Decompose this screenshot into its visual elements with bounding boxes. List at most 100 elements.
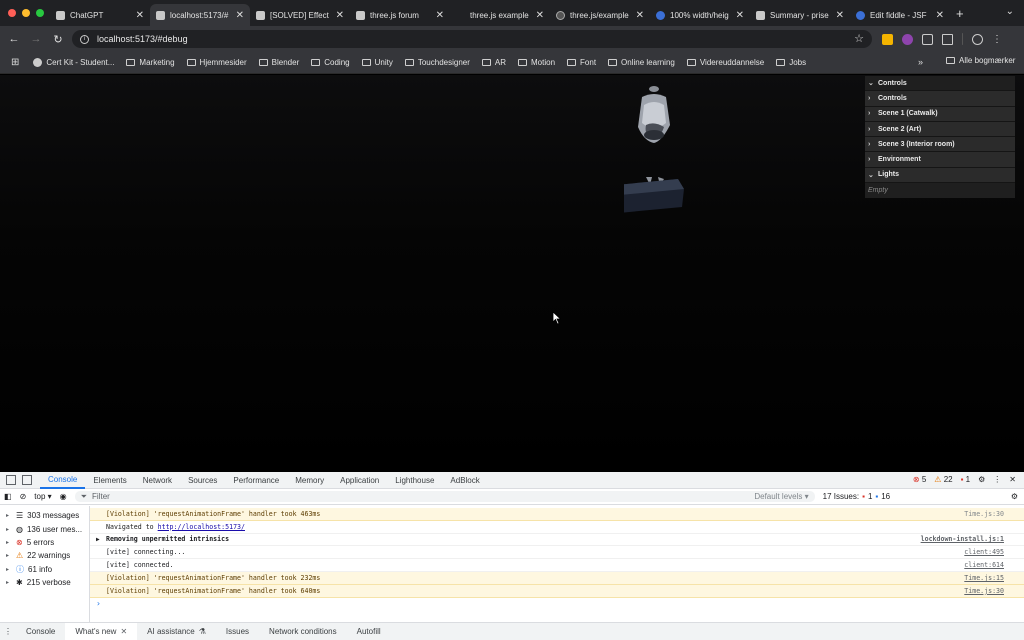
error-count[interactable]: ⊗ 5 — [913, 475, 926, 484]
gui-folder-scene-1[interactable]: › Scene 1 (Catwalk) — [865, 106, 1015, 122]
tab-4[interactable]: three.js example ✕ — [450, 4, 550, 26]
bookmark-folder[interactable]: Coding — [311, 58, 350, 67]
log-source[interactable]: lockdown-install.js:1 — [921, 535, 1004, 543]
sidebar-item-warnings[interactable]: ▸ ⚠ 22 warnings — [0, 549, 89, 562]
tab-1[interactable]: localhost:5173/# ✕ — [150, 4, 250, 26]
sidebar-item-verbose[interactable]: ▸ ✱ 215 verbose — [0, 576, 89, 589]
close-icon[interactable]: ✕ — [436, 10, 444, 21]
close-icon[interactable]: ✕ — [636, 10, 644, 21]
bookmark-folder[interactable]: Motion — [518, 58, 555, 67]
tab-sources[interactable]: Sources — [180, 472, 225, 489]
new-tab-button[interactable]: + — [956, 6, 964, 21]
drawer-tab-network-conditions[interactable]: Network conditions — [259, 623, 347, 640]
extension-icon[interactable] — [882, 33, 893, 45]
more-bookmarks-button[interactable]: » — [918, 57, 923, 67]
tab-0[interactable]: ChatGPT ✕ — [50, 4, 150, 26]
close-icon[interactable]: ✕ — [336, 10, 344, 21]
tab-8[interactable]: Edit fiddle - JSF ✕ — [850, 4, 950, 26]
drawer-menu-icon[interactable]: ⋮ — [0, 623, 16, 640]
log-source[interactable]: Time.js:15 — [964, 574, 1004, 582]
gui-folder-scene-3[interactable]: › Scene 3 (Interior room) — [865, 137, 1015, 153]
filter-input[interactable]: ⏷ Filter Default levels ▾ — [74, 491, 815, 502]
extension-icon[interactable] — [922, 33, 933, 45]
site-info-icon[interactable]: i — [80, 34, 89, 44]
gui-folder-lights[interactable]: ⌄ Lights — [865, 167, 1015, 184]
bookmark-item[interactable]: Cert Kit - Student... — [33, 58, 114, 67]
bookmark-folder[interactable]: Blender — [258, 58, 299, 67]
tab-elements[interactable]: Elements — [85, 472, 134, 489]
gui-folder-scene-2[interactable]: › Scene 2 (Art) — [865, 121, 1015, 138]
close-icon[interactable]: ✕ — [836, 10, 844, 21]
sidebar-toggle-icon[interactable]: ◧ — [4, 492, 12, 501]
bookmark-folder[interactable]: Touchdesigner — [404, 58, 470, 67]
log-entry[interactable]: ▶ Removing unpermitted intrinsics lockdown… — [90, 534, 1024, 547]
sidebar-item-info[interactable]: ▸ ⓘ 61 info — [0, 563, 89, 576]
tab-network[interactable]: Network — [135, 472, 180, 489]
close-icon[interactable]: ✕ — [536, 10, 544, 21]
drawer-tab-whats-new[interactable]: What's new ✕ — [65, 622, 138, 640]
close-icon[interactable]: ✕ — [736, 10, 744, 21]
sidebar-item-user-messages[interactable]: ▸ ◍ 136 user mes... — [0, 522, 89, 535]
bookmark-star-icon[interactable]: ☆ — [854, 32, 864, 45]
device-toolbar-icon[interactable] — [22, 475, 32, 485]
sidebar-item-messages[interactable]: ▸ ☰ 303 messages — [0, 509, 89, 522]
info-count[interactable]: ▪ 1 — [961, 475, 971, 484]
forward-icon[interactable]: → — [25, 33, 47, 45]
warning-count[interactable]: ⚠ 22 — [934, 475, 952, 484]
reload-icon[interactable]: ↻ — [47, 33, 69, 46]
maximize-window-button[interactable] — [36, 9, 44, 17]
bookmark-folder[interactable]: Videreuddannelse — [686, 58, 764, 67]
gui-title[interactable]: ⌄ Controls — [865, 76, 1015, 92]
issues-button[interactable]: 17 Issues: ▪ 1 ▪ 16 — [823, 492, 891, 501]
gui-folder-environment[interactable]: › Environment — [865, 152, 1015, 168]
levels-select[interactable]: Default levels ▾ — [754, 492, 808, 501]
expand-icon[interactable]: ▶ — [96, 536, 100, 543]
bookmark-folder[interactable]: Font — [567, 58, 596, 67]
drawer-tab-autofill[interactable]: Autofill — [347, 623, 391, 640]
sidebar-item-errors[interactable]: ▸ ⊗ 5 errors — [0, 536, 89, 549]
clear-console-icon[interactable]: ⊘ — [20, 492, 27, 501]
close-icon[interactable]: ✕ — [936, 10, 944, 21]
profile-icon[interactable] — [972, 33, 983, 45]
log-source[interactable]: Time.js:30 — [964, 510, 1004, 518]
bookmark-folder[interactable]: AR — [481, 58, 506, 67]
back-icon[interactable]: ← — [3, 33, 25, 45]
bookmark-folder[interactable]: Hjemmesider — [186, 58, 247, 67]
tab-console[interactable]: Console — [40, 472, 86, 489]
tab-5[interactable]: three.js/example ✕ — [550, 4, 650, 26]
tab-6[interactable]: 100% width/heig ✕ — [650, 4, 750, 26]
eye-icon[interactable]: ◉ — [60, 492, 67, 501]
tab-2[interactable]: [SOLVED] Effect ✕ — [250, 4, 350, 26]
tab-lighthouse[interactable]: Lighthouse — [387, 472, 442, 489]
tab-adblock[interactable]: AdBlock — [442, 472, 487, 489]
close-window-button[interactable] — [8, 9, 16, 17]
apps-icon[interactable]: ⊞ — [11, 57, 19, 68]
menu-icon[interactable]: ⋮ — [992, 34, 1002, 45]
minimize-window-button[interactable] — [22, 9, 30, 17]
tab-3[interactable]: three.js forum ✕ — [350, 4, 450, 26]
close-icon[interactable]: ✕ — [136, 10, 144, 21]
gui-folder-controls[interactable]: › Controls — [865, 91, 1015, 107]
drawer-tab-issues[interactable]: Issues — [216, 623, 259, 640]
bookmark-folder[interactable]: Jobs — [776, 58, 806, 67]
bookmark-folder[interactable]: Unity — [361, 58, 393, 67]
close-devtools-icon[interactable]: ✕ — [1009, 475, 1016, 484]
address-bar[interactable]: i localhost:5173/#debug ☆ — [72, 30, 872, 48]
console-settings-icon[interactable]: ⚙ — [1011, 492, 1018, 501]
all-bookmarks-button[interactable]: Alle bogmærker — [946, 56, 1015, 65]
tab-memory[interactable]: Memory — [287, 472, 332, 489]
close-icon[interactable]: ✕ — [236, 10, 244, 21]
tab-search-icon[interactable]: ⌄ — [1006, 6, 1014, 17]
drawer-tab-ai-assistance[interactable]: AI assistance ⚗ — [137, 623, 216, 640]
tab-7[interactable]: Summary - prise ✕ — [750, 4, 850, 26]
tab-application[interactable]: Application — [332, 472, 387, 489]
drawer-tab-console[interactable]: Console — [16, 623, 65, 640]
puzzle-icon[interactable] — [942, 33, 953, 45]
bookmark-folder[interactable]: Marketing — [126, 58, 175, 67]
settings-icon[interactable]: ⚙ — [978, 475, 985, 484]
log-link[interactable]: http://localhost:5173/ — [158, 523, 245, 531]
log-source[interactable]: client:614 — [964, 561, 1004, 569]
bookmark-folder[interactable]: Online learning — [608, 58, 675, 67]
log-source[interactable]: client:495 — [964, 548, 1004, 556]
console-prompt[interactable]: › — [90, 598, 1024, 610]
